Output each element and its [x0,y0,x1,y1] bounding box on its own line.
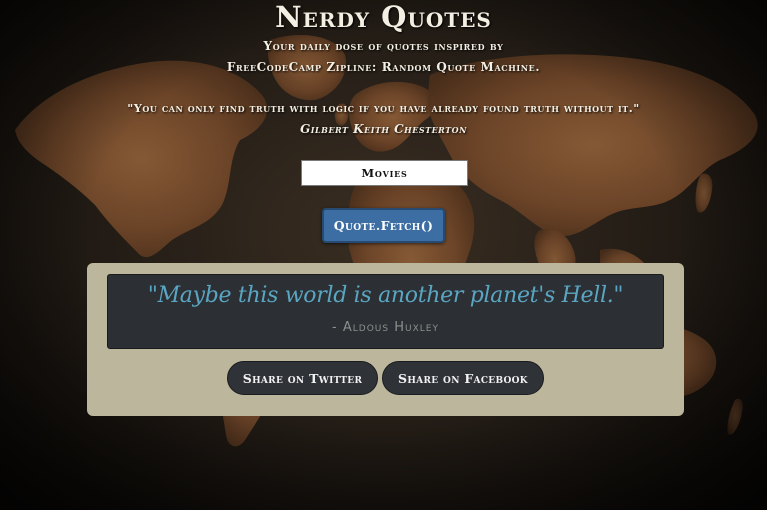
fetch-quote-label: Quote.Fetch() [333,218,434,233]
quote-box: "Maybe this world is another planet's He… [107,274,664,349]
quote-author: - Aldous Huxley [332,320,439,335]
share-facebook-label: Share on Facebook [398,370,528,386]
daily-quote-author: Gilbert Keith Chesterton [300,122,467,136]
daily-quote-text: "You can only find truth with logic if y… [127,101,640,115]
site-subtitle: Your daily dose of quotes inspired by [263,39,504,53]
quote-text: "Maybe this world is another planet's He… [147,283,624,308]
quote-panel: "Maybe this world is another planet's He… [87,263,684,416]
page-content: Nerdy Quotes Your daily dose of quotes i… [0,0,767,510]
fetch-quote-button[interactable]: Quote.Fetch() [322,208,445,243]
category-select[interactable]: Movies [301,160,468,186]
share-facebook-button[interactable]: Share on Facebook [382,361,544,395]
site-subtitle-source: FreeCodeCamp Zipline: Random Quote Machi… [226,60,541,74]
site-title: Nerdy Quotes [275,0,492,34]
share-twitter-label: Share on Twitter [242,370,363,386]
share-twitter-button[interactable]: Share on Twitter [227,361,378,395]
category-select-value: Movies [361,166,408,180]
